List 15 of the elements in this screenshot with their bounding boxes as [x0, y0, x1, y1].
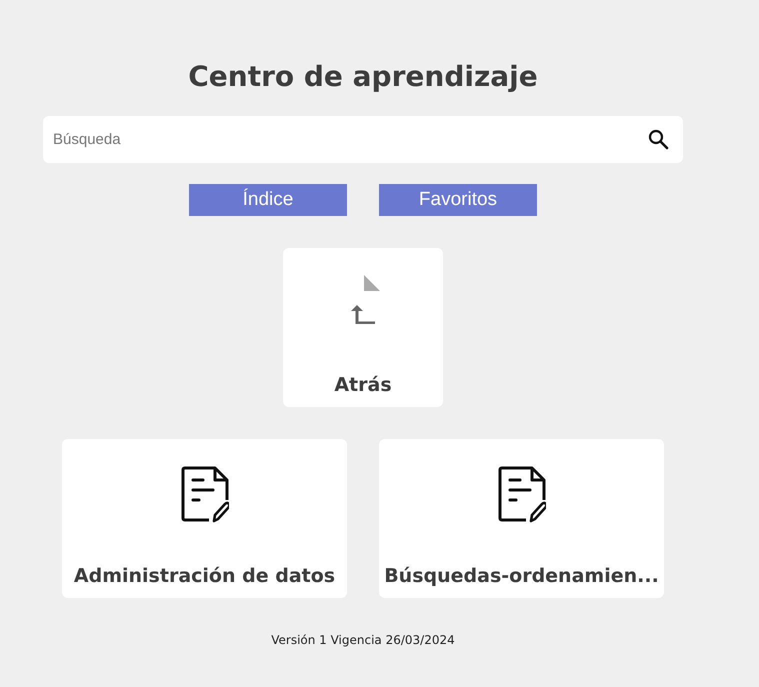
nav-button[interactable]: Índice: [189, 184, 347, 216]
card-label: Atrás: [334, 372, 392, 398]
search-icon[interactable]: [648, 129, 669, 150]
topic-card[interactable]: Búsquedas-ordenamien...: [379, 439, 664, 598]
page-title: Centro de aprendizaje: [188, 59, 538, 94]
card-label: Administración de datos: [74, 564, 336, 588]
back-card[interactable]: Atrás: [283, 248, 443, 407]
version-text: Versión 1 Vigencia 26/03/2024: [271, 632, 455, 649]
corner-triangle-icon: [364, 275, 380, 291]
document-edit-icon: [498, 466, 546, 524]
document-edit-icon: [180, 466, 228, 524]
nav-button[interactable]: Favoritos: [379, 184, 537, 216]
search-field[interactable]: Búsqueda: [43, 116, 683, 163]
card-label: Búsquedas-ordenamien...: [384, 564, 659, 588]
topic-card[interactable]: Administración de datos: [62, 439, 347, 598]
